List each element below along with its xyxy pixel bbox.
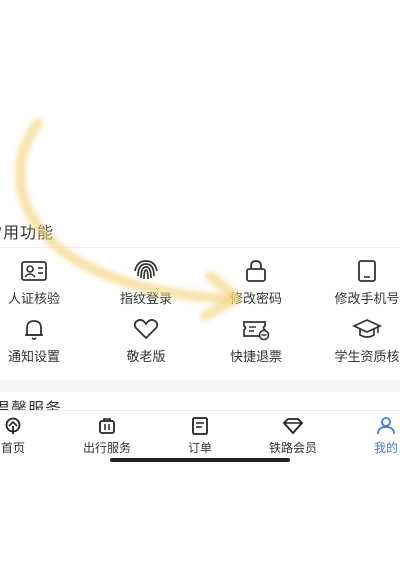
tab-label: 出行服务: [82, 441, 131, 455]
tab-orders[interactable]: 订单: [155, 417, 245, 457]
id-card-icon: [21, 261, 47, 281]
order-list-icon: [192, 417, 208, 435]
feature-label: 敬老版: [126, 350, 166, 365]
feature-label: 修改手机号: [334, 292, 400, 307]
tab-home[interactable]: 首页: [0, 417, 58, 457]
feature-fingerprint-login[interactable]: 指纹登录: [91, 258, 201, 316]
feature-label: 快捷退票: [229, 350, 282, 365]
section-title-common-features: 常用功能: [0, 223, 55, 242]
feature-label: 指纹登录: [119, 292, 172, 307]
features-row-1: 人证核验 指纹登录 修改密码 修改手机号: [0, 258, 400, 318]
feature-id-verify[interactable]: 人证核验: [0, 258, 89, 316]
diamond-icon: [282, 418, 304, 435]
feature-change-phone[interactable]: 修改手机号: [312, 258, 400, 316]
home-indicator[interactable]: [110, 458, 290, 462]
heart-icon: [133, 319, 159, 340]
tab-railway-member[interactable]: 铁路会员: [248, 417, 338, 457]
user-icon: [377, 417, 395, 435]
top-blank-area: [0, 0, 400, 240]
bottom-tab-bar: 首页 出行服务 订单 铁路会员 我的: [0, 410, 400, 459]
phone-icon: [358, 260, 376, 282]
fingerprint-icon: [134, 260, 158, 280]
feature-label: 通知设置: [7, 350, 60, 365]
luggage-icon: [99, 418, 115, 434]
feature-label: 修改密码: [229, 292, 282, 307]
feature-notification-settings[interactable]: 通知设置: [0, 316, 89, 374]
home-rail-icon: [5, 417, 21, 434]
features-row-2: 通知设置 敬老版 快捷退票 学生资质核: [0, 316, 400, 376]
tab-label: 我的: [373, 441, 398, 455]
ticket-refund-icon: [243, 321, 270, 341]
bell-icon: [25, 320, 43, 340]
feature-elderly-mode[interactable]: 敬老版: [91, 316, 201, 374]
section-divider: [0, 380, 400, 392]
feature-quick-refund[interactable]: 快捷退票: [201, 316, 311, 374]
tab-my[interactable]: 我的: [341, 417, 400, 457]
tab-label: 铁路会员: [268, 441, 317, 455]
tab-travel-services[interactable]: 出行服务: [62, 417, 152, 457]
bottom-blank-area: [0, 466, 400, 588]
graduation-cap-icon: [352, 319, 382, 338]
tab-label: 首页: [0, 441, 25, 455]
lock-icon: [246, 260, 266, 282]
feature-label: 学生资质核: [334, 350, 400, 365]
feature-change-password[interactable]: 修改密码: [201, 258, 311, 316]
feature-label: 人证核验: [7, 292, 60, 307]
tab-label: 订单: [187, 441, 212, 455]
feature-student-qualification[interactable]: 学生资质核: [312, 316, 400, 374]
